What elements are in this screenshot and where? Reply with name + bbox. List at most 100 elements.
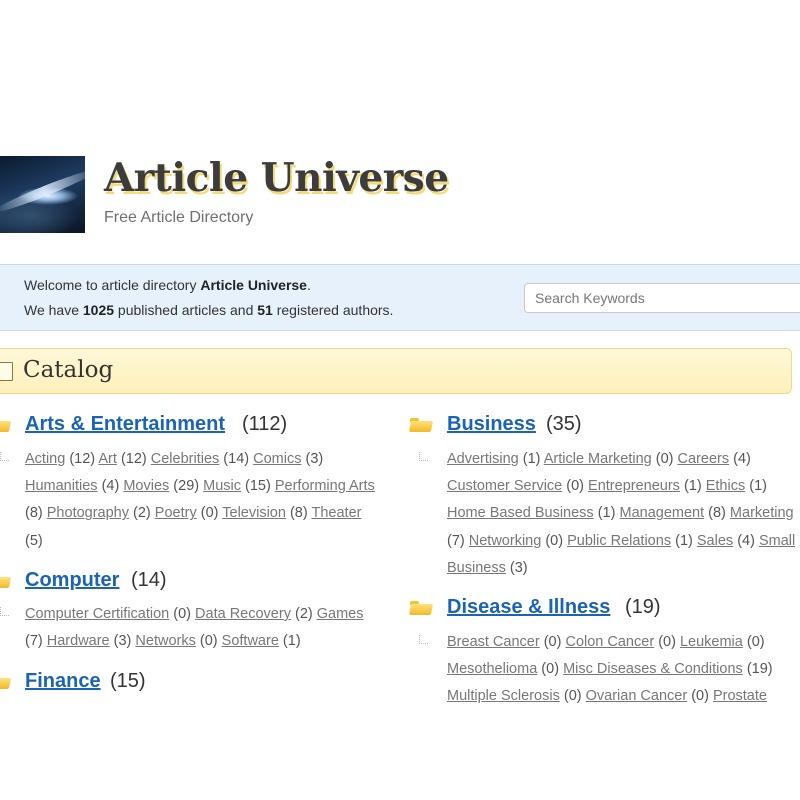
- open-folder-icon: [410, 418, 432, 432]
- subcategory-count: (4): [737, 532, 755, 549]
- category-business: Business (35): [408, 413, 798, 441]
- subcategory-link[interactable]: Data Recovery: [195, 606, 291, 622]
- subcategory-count: (5): [25, 532, 43, 549]
- site-logo-image[interactable]: [0, 156, 85, 233]
- subcategory-link[interactable]: Poetry: [155, 505, 197, 521]
- subcategory-count: (2): [294, 606, 313, 622]
- open-folder-icon: [0, 574, 10, 588]
- subcategory-count: (0): [543, 634, 562, 650]
- subcategory-link[interactable]: Management: [619, 505, 704, 521]
- subcategory-count: (7): [447, 532, 465, 549]
- subcategory-link[interactable]: Leukemia: [680, 634, 743, 650]
- subcategory-link[interactable]: Humanities: [25, 478, 98, 494]
- subcategory-link[interactable]: Photography: [47, 505, 129, 521]
- subcategory-link[interactable]: Celebrities: [151, 451, 220, 467]
- subcategory-count: (7): [25, 633, 43, 650]
- subcategory-count: (2): [133, 505, 151, 522]
- subcategory-link[interactable]: Entrepreneurs: [588, 478, 680, 494]
- subcategory-count: (4): [101, 478, 120, 495]
- subcategory-count: (15): [245, 478, 271, 495]
- subcategory-link[interactable]: Mesothelioma: [447, 661, 537, 677]
- subcategory-count: (1): [683, 478, 702, 495]
- article-count: 1025: [82, 302, 115, 318]
- subcategory-link[interactable]: Theater: [311, 505, 361, 521]
- subcategory-link[interactable]: Marketing: [730, 505, 794, 521]
- subcategory-link[interactable]: Television: [222, 505, 286, 521]
- tree-connector: [419, 635, 428, 644]
- site-subtitle: Free Article Directory: [104, 209, 254, 226]
- subcategory-count: (29): [173, 478, 200, 495]
- subcategory-link[interactable]: Careers: [678, 451, 730, 467]
- subcategory-count: (1): [522, 451, 541, 467]
- search-input[interactable]: [524, 283, 800, 313]
- subcategory-count: (3): [509, 559, 528, 576]
- category-count: (35): [546, 413, 582, 435]
- subcategory-link[interactable]: Networks: [135, 633, 195, 649]
- stats-text-mid: published articles and: [114, 302, 258, 318]
- subcategory-count: (0): [199, 633, 218, 650]
- welcome-text: Welcome to article directory: [24, 277, 201, 293]
- subcategory-link[interactable]: Misc Diseases & Conditions: [563, 661, 743, 677]
- subcategory-count: (0): [655, 451, 674, 467]
- category-link-business[interactable]: Business: [447, 413, 536, 436]
- category-count: (15): [110, 670, 146, 692]
- subcategory-link[interactable]: Prostate: [713, 688, 767, 704]
- subcategory-count: (0): [541, 661, 560, 678]
- subcategory-link[interactable]: Sales: [697, 533, 733, 549]
- subcategory-link[interactable]: Colon Cancer: [565, 634, 654, 650]
- subcategory-link[interactable]: Performing Arts: [275, 478, 375, 494]
- category-count: (14): [131, 569, 167, 591]
- subcategory-count: (0): [563, 688, 582, 705]
- catalog-header: Catalog: [0, 348, 792, 394]
- open-folder-icon: [0, 418, 10, 432]
- subcategory-count: (12): [120, 451, 147, 467]
- stats-message: We have 1025 published articles and 51 r…: [24, 302, 393, 318]
- category-finance: Finance (15): [0, 670, 390, 698]
- subcategory-link[interactable]: Multiple Sclerosis: [447, 688, 560, 704]
- subcategory-count: (0): [545, 532, 564, 549]
- subcategory-link[interactable]: Breast Cancer: [447, 634, 540, 650]
- category-link-disease-illness[interactable]: Disease & Illness: [447, 596, 610, 619]
- subcategory-count: (3): [113, 633, 132, 650]
- subcategory-link[interactable]: Article Marketing: [544, 451, 652, 467]
- subcategory-link[interactable]: Advertising: [447, 451, 519, 467]
- subcategory-link[interactable]: Ethics: [706, 478, 746, 494]
- subcategory-count: (19): [746, 661, 773, 678]
- welcome-text-end: .: [306, 277, 311, 293]
- subcategory-count: (14): [223, 451, 250, 467]
- subcategory-link[interactable]: Acting: [25, 451, 65, 467]
- author-count: 51: [257, 302, 273, 318]
- subcategory-link[interactable]: Comics: [253, 451, 301, 467]
- subcategory-count: (0): [658, 634, 676, 650]
- subcategory-count: (4): [733, 451, 751, 467]
- tree-connector: [419, 452, 428, 461]
- subcategory-list-disease: Breast Cancer (0) Colon Cancer (0) Leuke…: [447, 629, 797, 711]
- category-link-computer[interactable]: Computer: [25, 569, 119, 592]
- subcategory-count: (1): [597, 505, 616, 522]
- subcategory-count: (1): [749, 478, 767, 495]
- category-link-finance[interactable]: Finance: [25, 670, 101, 693]
- subcategory-link[interactable]: Networking: [469, 533, 542, 549]
- open-folder-icon: [410, 601, 432, 615]
- subcategory-link[interactable]: Ovarian Cancer: [586, 688, 688, 704]
- subcategory-count: (12): [69, 451, 96, 467]
- subcategory-link[interactable]: Home Based Business: [447, 505, 594, 521]
- subcategory-link[interactable]: Games: [317, 606, 364, 622]
- subcategory-list-business: Advertising (1) Article Marketing (0) Ca…: [447, 446, 797, 582]
- subcategory-link[interactable]: Customer Service: [447, 478, 562, 494]
- subcategory-list-arts: Acting (12) Art (12) Celebrities (14) Co…: [25, 446, 375, 555]
- subcategory-list-computer: Computer Certification (0) Data Recovery…: [25, 601, 375, 655]
- subcategory-link[interactable]: Art: [98, 451, 117, 467]
- subcategory-link[interactable]: Public Relations: [567, 533, 671, 549]
- subcategory-link[interactable]: Software: [222, 633, 279, 649]
- subcategory-link[interactable]: Computer Certification: [25, 606, 169, 622]
- site-title[interactable]: Article Universe: [104, 155, 449, 201]
- subcategory-link[interactable]: Music: [203, 478, 241, 494]
- subcategory-link[interactable]: Movies: [123, 478, 169, 494]
- welcome-message: Welcome to article directory Article Uni…: [24, 277, 311, 293]
- subcategory-count: (8): [25, 505, 43, 522]
- subcategory-link[interactable]: Hardware: [47, 633, 110, 649]
- subcategory-count: (8): [708, 505, 726, 522]
- category-link-arts-entertainment[interactable]: Arts & Entertainment: [25, 413, 225, 436]
- subcategory-count: (1): [282, 633, 301, 650]
